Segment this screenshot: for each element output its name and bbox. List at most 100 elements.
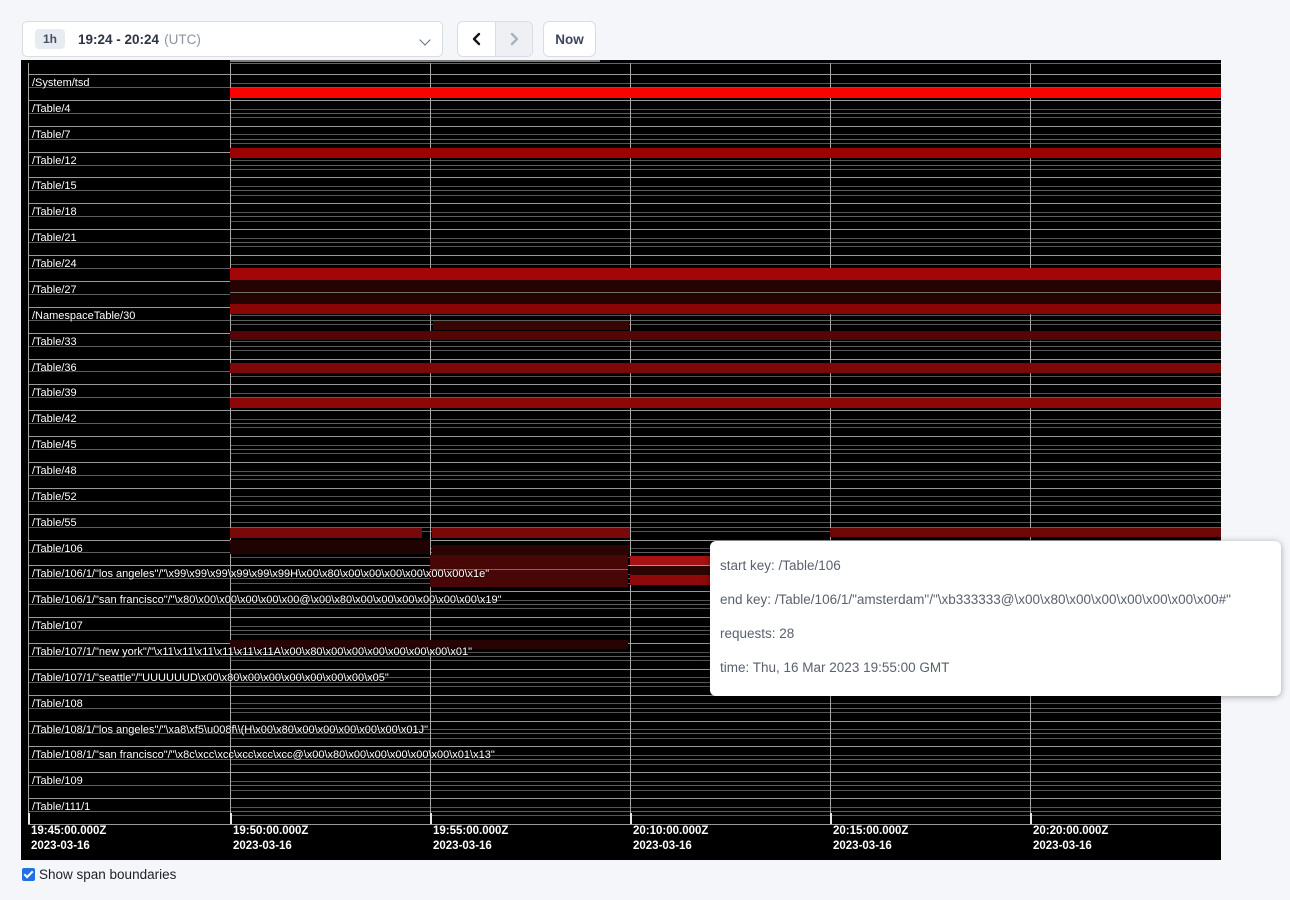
heat-band (230, 304, 1221, 314)
row-label: /Table/106/1/"san francisco"/"\x80\x00\x… (32, 594, 502, 606)
heat-band (230, 363, 1221, 373)
prev-time-button[interactable] (458, 22, 495, 56)
span-boundary-line (28, 229, 1221, 230)
next-time-button[interactable] (495, 22, 532, 56)
x-axis-tick (230, 813, 232, 824)
row-label: /Table/107/1/"seattle"/"UUUUUUD\x00\x80\… (32, 672, 389, 684)
grid-subline (28, 216, 1221, 217)
row-label: /Table/106 (32, 543, 83, 555)
time-range-text: 19:24 - 20:24 (78, 32, 159, 47)
span-boundary-line (28, 100, 1221, 101)
row-label: /Table/48 (32, 465, 77, 477)
grid-subline (28, 785, 1221, 786)
grid-subline (230, 83, 1221, 84)
heat-band (432, 528, 630, 538)
span-boundary-line (28, 721, 1221, 722)
grid-subline (28, 475, 1221, 476)
row-label: /Table/108/1/"san francisco"/"\x8c\xcc\x… (32, 749, 495, 761)
grid-subline (230, 134, 1221, 135)
grid-subline (230, 815, 1221, 816)
grid-subline (230, 738, 1221, 739)
time-boundary-line (28, 63, 29, 824)
grid-subline (230, 419, 1221, 420)
chevron-right-icon (507, 32, 521, 46)
grid-subline (230, 315, 1221, 316)
row-label: /Table/107/1/"new york"/"\x11\x11\x11\x1… (32, 646, 472, 658)
x-axis-time-label: 20:15:00.000Z (833, 825, 908, 838)
x-axis-time-label: 19:55:00.000Z (433, 825, 508, 838)
time-boundary-line (230, 63, 231, 824)
span-boundary-line (28, 177, 1221, 178)
grid-subline (230, 109, 1221, 110)
row-label: /Table/39 (32, 387, 77, 399)
row-label: /Table/33 (32, 336, 77, 348)
grid-subline (230, 264, 1221, 265)
show-span-boundaries-label: Show span boundaries (39, 867, 176, 882)
grid-subline (230, 453, 1221, 454)
tooltip-time: time: Thu, 16 Mar 2023 19:55:00 GMT (720, 650, 1271, 684)
span-boundary-line (28, 255, 1221, 256)
grid-subline (230, 427, 1221, 428)
heat-band (230, 398, 1221, 408)
grid-subline (230, 807, 1221, 808)
row-label: /NamespaceTable/30 (32, 310, 135, 322)
span-boundary-line (28, 798, 1221, 799)
grid-subline (230, 117, 1221, 118)
row-label: /Table/108 (32, 698, 83, 710)
heat-band (630, 566, 712, 575)
time-boundary-line (830, 63, 831, 824)
row-label: /Table/109 (32, 775, 83, 787)
x-axis-date-label: 2023-03-16 (633, 840, 692, 853)
x-axis-tick (1030, 813, 1032, 824)
grid-subline (28, 139, 1221, 140)
heat-band (230, 292, 1221, 293)
span-boundary-line (28, 203, 1221, 204)
footer: Show span boundaries (22, 867, 176, 882)
grid-subline (230, 238, 1221, 239)
grid-subline (230, 712, 1221, 713)
grid-subline (230, 764, 1221, 765)
time-range-badge: 1h (35, 29, 65, 49)
row-label: /Table/27 (32, 284, 77, 296)
span-boundary-line (28, 488, 1221, 489)
grid-subline (28, 190, 1221, 191)
grid-subline (28, 165, 1221, 166)
x-axis-tick (28, 813, 30, 824)
show-span-boundaries-checkbox[interactable] (22, 868, 35, 881)
grid-subline (28, 708, 1221, 709)
row-label: /Table/24 (32, 258, 77, 270)
grid-subline (230, 221, 1221, 222)
time-range-selector[interactable]: 1h 19:24 - 20:24 (UTC) (22, 21, 443, 57)
span-boundary-line (28, 410, 1221, 411)
x-axis-date-label: 2023-03-16 (433, 840, 492, 853)
tooltip-start-key: start key: /Table/106 (720, 548, 1271, 582)
time-boundary-line (1030, 63, 1031, 824)
grid-subline (28, 242, 1221, 243)
row-label: /Table/111/1 (32, 801, 90, 813)
grid-subline (230, 505, 1221, 506)
key-visualizer-heatmap[interactable]: /System/tsd/Table/4/Table/7/Table/12/Tab… (21, 60, 1221, 860)
heat-band (230, 148, 1221, 158)
heat-band (230, 540, 430, 554)
grid-subline (230, 186, 1221, 187)
x-axis-tick (830, 813, 832, 824)
time-boundary-line (430, 63, 431, 824)
row-label: /Table/7 (32, 129, 71, 141)
time-nav-group (457, 21, 533, 57)
grid-subline (230, 703, 1221, 704)
now-button[interactable]: Now (543, 21, 596, 57)
span-tooltip: start key: /Table/106 end key: /Table/10… (710, 541, 1281, 696)
chart-top-line (230, 63, 1221, 64)
grid-subline (230, 445, 1221, 446)
grid-subline (230, 522, 1221, 523)
grid-subline (230, 324, 1221, 325)
tooltip-end-key: end key: /Table/106/1/"amsterdam"/"\xb33… (720, 582, 1271, 616)
grid-subline (230, 479, 1221, 480)
heat-band (230, 528, 422, 538)
grid-subline (230, 350, 1221, 351)
x-axis-time-label: 19:45:00.000Z (31, 825, 106, 838)
x-axis-tick (430, 813, 432, 824)
span-boundary-line (28, 359, 1221, 360)
heat-band (433, 321, 629, 330)
grid-subline (230, 790, 1221, 791)
